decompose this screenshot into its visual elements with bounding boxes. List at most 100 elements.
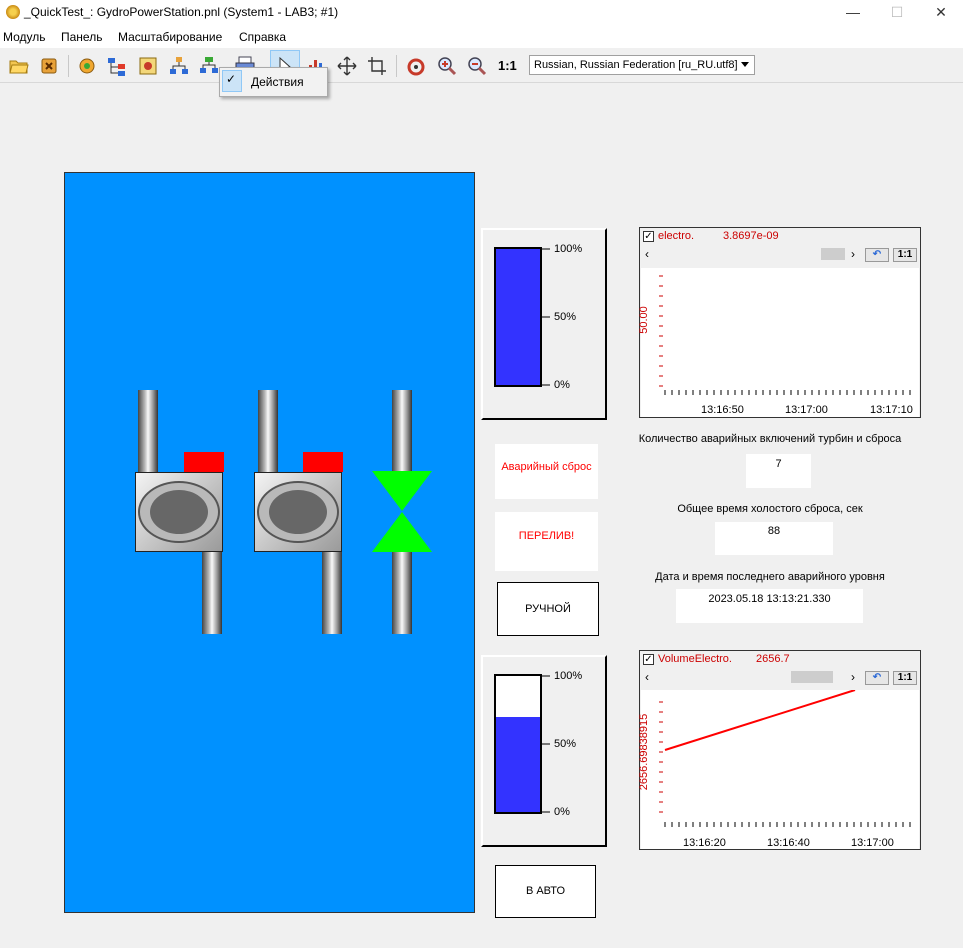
turbine-1-inlet-pipe: [138, 390, 158, 480]
turbine-2-alarm-indicator: [303, 452, 343, 472]
upper-level-tick-0: 0%: [554, 379, 570, 391]
maximize-button[interactable]: ☐: [874, 0, 920, 26]
app-icon: [6, 5, 20, 19]
menu-module[interactable]: Модуль: [3, 30, 46, 44]
scroll-right-icon[interactable]: ›: [851, 670, 855, 684]
trend-electro-time-2: 13:17:00: [785, 404, 828, 416]
lower-level-gauge: 100% 50% 0%: [481, 655, 607, 847]
upper-level-fill: [496, 249, 540, 385]
toolbar-separator: [396, 55, 397, 77]
trend-volume-name: VolumeElectro.: [658, 653, 732, 665]
last-alarm-label: Дата и время последнего аварийного уровн…: [655, 571, 885, 583]
manual-mode-button[interactable]: РУЧНОЙ: [497, 582, 599, 636]
lower-level-tube: [494, 674, 542, 814]
settings-icon[interactable]: [76, 55, 98, 77]
trend-volume-y-label: 2656.69838915: [638, 713, 651, 791]
trend-volume-value: 2656.7: [756, 653, 790, 665]
idle-time-label: Общее время холостого сброса, сек: [677, 503, 863, 515]
menu-item-actions[interactable]: Действия: [251, 75, 304, 89]
trend-electro-reset-button[interactable]: 1:1: [893, 248, 917, 262]
trend-electro-checkbox[interactable]: ✓: [643, 231, 654, 242]
minimize-button[interactable]: —: [830, 0, 876, 26]
trend-electro-scrollbar[interactable]: ‹ ›: [641, 246, 861, 262]
trend-electro-time-3: 13:17:10: [870, 404, 913, 416]
upper-level-tick-100: 100%: [554, 243, 583, 255]
auto-mode-button[interactable]: В АВТО: [495, 865, 596, 918]
move-icon[interactable]: [336, 55, 358, 77]
menu-panel[interactable]: Панель: [61, 30, 102, 44]
idle-time-value: 88: [715, 522, 833, 555]
turbine-1-housing: [138, 481, 220, 543]
language-select-value: Russian, Russian Federation [ru_RU.utf8]: [534, 59, 738, 71]
scroll-left-icon[interactable]: ‹: [645, 247, 649, 261]
upper-level-tick-50: 50%: [554, 311, 577, 323]
refresh-icon[interactable]: [405, 55, 427, 77]
spillway-outlet-pipe: [392, 550, 412, 634]
scroll-thumb[interactable]: [821, 248, 845, 260]
language-select[interactable]: Russian, Russian Federation [ru_RU.utf8]: [529, 55, 755, 75]
trend-electro-undo-icon[interactable]: ↶: [865, 248, 889, 262]
zoom-reset-button[interactable]: 1:1: [498, 58, 517, 73]
window-title: _QuickTest_: GydroPowerStation.pnl (Syst…: [24, 5, 339, 19]
trend-volume-series-line: [664, 690, 856, 751]
trend-volume-scrollbar[interactable]: ‹ ›: [641, 669, 861, 685]
trend-volume-electro: ✓ VolumeElectro. 2656.7 ‹ › ↶ 1:1 2656.6…: [638, 650, 921, 850]
scroll-right-icon[interactable]: ›: [851, 247, 855, 261]
overflow-label: ПЕРЕЛИВ!: [518, 530, 575, 542]
network-icon[interactable]: [198, 55, 220, 77]
trend-electro-plot[interactable]: [641, 268, 919, 417]
trend-volume-checkbox[interactable]: ✓: [643, 654, 654, 665]
lower-level-fill: [496, 717, 540, 812]
trend-electro-name: electro.: [658, 230, 695, 242]
turbine-1-rotor: [150, 490, 208, 534]
trend-volume-plot[interactable]: [641, 690, 919, 849]
close-button[interactable]: ✕: [918, 0, 963, 26]
hierarchy-icon[interactable]: [168, 55, 190, 77]
image-icon[interactable]: [137, 55, 159, 77]
close-module-icon[interactable]: [38, 55, 60, 77]
open-folder-icon[interactable]: [8, 55, 30, 77]
trend-electro: ✓ electro. 3.8697e-09 ‹ › ↶ 1:1 50.00 13…: [637, 227, 921, 418]
trend-electro-value: 3.8697e-09: [723, 230, 779, 242]
upper-level-tube: [494, 247, 542, 387]
turbine-2-outlet-pipe: [322, 550, 342, 634]
alarm-count-label: Количество аварийных включений турбин и …: [638, 433, 902, 445]
toolbar-separator: [68, 55, 69, 77]
turbine-2-inlet-pipe: [258, 390, 278, 480]
lower-level-tick-50: 50%: [554, 738, 577, 750]
turbine-2[interactable]: [254, 472, 342, 552]
turbine-2-rotor: [269, 490, 327, 534]
trend-volume-reset-button[interactable]: 1:1: [893, 671, 917, 685]
scroll-left-icon[interactable]: ‹: [645, 670, 649, 684]
emergency-reset-indicator: Аварийный сброс: [495, 444, 598, 499]
lower-level-tick-0: 0%: [554, 806, 570, 818]
context-menu: ✓ Действия: [219, 67, 328, 97]
alarm-count-value: 7: [746, 454, 811, 488]
menu-scaling[interactable]: Масштабирование: [118, 30, 222, 44]
trend-volume-undo-icon[interactable]: ↶: [865, 671, 889, 685]
turbine-1-outlet-pipe: [202, 550, 222, 634]
turbine-1[interactable]: [135, 472, 223, 552]
spillway-valve[interactable]: [371, 470, 433, 554]
trend-volume-time-2: 13:16:40: [767, 837, 810, 849]
last-alarm-value: 2023.05.18 13:13:21.330: [676, 589, 863, 623]
upper-level-gauge: 100% 50% 0%: [481, 228, 607, 420]
spillway-inlet-pipe: [392, 390, 412, 472]
menu-help[interactable]: Справка: [239, 30, 286, 44]
lower-level-tick-100: 100%: [554, 670, 583, 682]
process-panel: [64, 172, 475, 913]
menu-bar: Модуль Панель Масштабирование Справка: [0, 26, 963, 48]
scroll-thumb[interactable]: [791, 671, 833, 683]
tree-icon[interactable]: [106, 55, 128, 77]
trend-volume-time-3: 13:17:00: [851, 837, 894, 849]
emergency-reset-label: Аварийный сброс: [501, 461, 592, 473]
crop-icon[interactable]: [366, 55, 388, 77]
chevron-down-icon: [741, 62, 749, 67]
lower-level-scale: [542, 675, 550, 813]
zoom-in-icon[interactable]: [436, 55, 458, 77]
trend-volume-time-1: 13:16:20: [683, 837, 726, 849]
zoom-out-icon[interactable]: [466, 55, 488, 77]
title-bar: _QuickTest_: GydroPowerStation.pnl (Syst…: [0, 0, 963, 26]
turbine-1-alarm-indicator: [184, 452, 224, 472]
trend-electro-y-label: 50.00: [637, 306, 650, 334]
